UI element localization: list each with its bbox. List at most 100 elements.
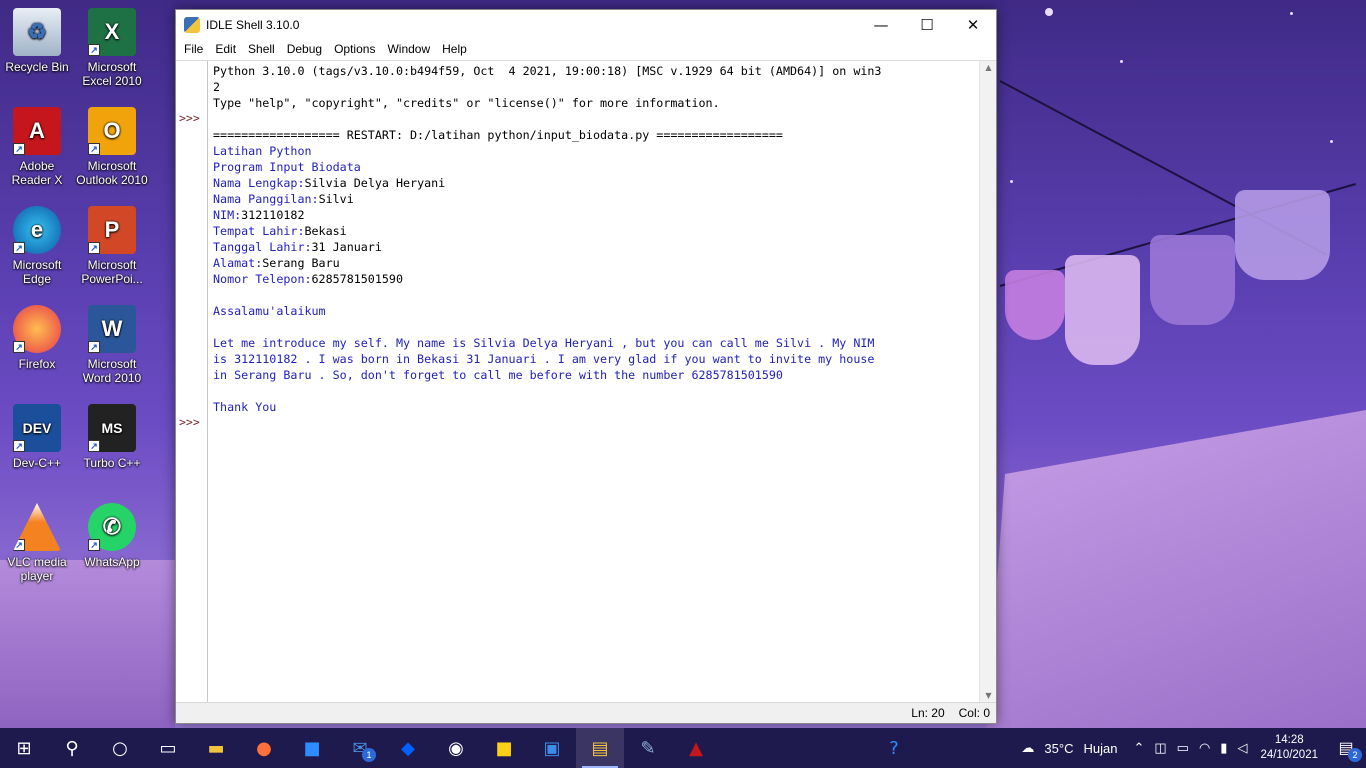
desktop-icon-turbo-cpp[interactable]: MS ↗ Turbo C++	[76, 404, 148, 470]
wallpaper-balcony	[0, 560, 175, 730]
shell-line: Type "help", "copyright", "credits" or "…	[213, 96, 720, 110]
notification-button[interactable]: ▤ 2	[1326, 728, 1366, 768]
firefox-icon: ↗	[13, 305, 61, 353]
column-indicator: Col: 0	[958, 706, 990, 720]
maximize-button[interactable]: ☐	[904, 10, 950, 39]
input-value: Bekasi	[304, 224, 347, 238]
desktop-icon-label: Adobe Reader X	[11, 159, 63, 187]
input-value: 312110182	[241, 208, 305, 222]
display-icon[interactable]: ▭	[1172, 740, 1194, 756]
shell-line: Program Input Biodata	[213, 160, 361, 174]
clock[interactable]: 14:28 24/10/2021	[1252, 733, 1326, 763]
shortcut-arrow-icon: ↗	[88, 143, 100, 155]
taskbar-task-view-button[interactable]: ▭	[144, 728, 192, 768]
desktop-icon-devcpp[interactable]: DEV ↗ Dev-C++	[1, 404, 73, 470]
volume-icon[interactable]: ◁	[1232, 740, 1252, 756]
taskbar-python-idle-button[interactable]: ▤	[576, 728, 624, 768]
battery-icon[interactable]: ▮	[1215, 740, 1232, 756]
desktop-icon-edge[interactable]: e ↗ Microsoft Edge	[1, 206, 73, 286]
shell-line: Latihan Python	[213, 144, 312, 158]
vertical-scrollbar[interactable]: ▲ ▼	[979, 61, 996, 703]
taskbar-dropbox-button[interactable]: ◆	[384, 728, 432, 768]
word-icon: W ↗	[88, 305, 136, 353]
github-icon: ◉	[448, 737, 464, 759]
desktop-icon-excel[interactable]: X ↗ Microsoft Excel 2010	[76, 8, 148, 88]
shortcut-arrow-icon: ↗	[13, 242, 25, 254]
menu-options[interactable]: Options	[328, 42, 381, 56]
taskbar-mail-button[interactable]: ✉ 1	[336, 728, 384, 768]
minimize-button[interactable]: —	[858, 10, 904, 39]
shortcut-arrow-icon: ↗	[88, 242, 100, 254]
taskbar-paint-button[interactable]: ✎	[624, 728, 672, 768]
menu-edit[interactable]: Edit	[209, 42, 242, 56]
taskbar-file-explorer-button[interactable]: ▬	[192, 728, 240, 768]
firefox-icon: ●	[256, 737, 272, 759]
taskbar-sticky-notes-button[interactable]: ■	[480, 728, 528, 768]
adobe-reader-icon: A ↗	[13, 107, 61, 155]
weather-icon[interactable]: ☁	[1016, 740, 1039, 756]
taskbar-windows-start-button[interactable]: ⊞	[0, 728, 48, 768]
wallpaper-roof	[986, 410, 1366, 730]
desktop-icon-label: Microsoft Outlook 2010	[76, 159, 148, 187]
taskbar-help-button[interactable]: ?	[870, 728, 918, 768]
notification-count: 2	[1348, 748, 1362, 762]
python-idle-icon: ▤	[591, 737, 609, 759]
taskbar-cortana-button[interactable]: ○	[96, 728, 144, 768]
taskbar-zoom-button[interactable]: ■	[288, 728, 336, 768]
chevron-up-icon[interactable]: ⌃	[1128, 740, 1149, 756]
wallpaper-clothes	[1150, 235, 1235, 325]
menu-window[interactable]: Window	[381, 42, 436, 56]
shell-line: NIM:312110182	[213, 207, 979, 223]
status-bar: Ln: 20 Col: 0	[176, 702, 996, 723]
menu-debug[interactable]: Debug	[281, 42, 328, 56]
scroll-up-icon[interactable]: ▲	[980, 61, 997, 75]
idle-shell-window: IDLE Shell 3.10.0 — ☐ ✕ File Edit Shell Deb…	[175, 9, 997, 724]
wifi-icon[interactable]: ◠	[1194, 740, 1215, 756]
shell-line: Assalamu'alaikum	[213, 304, 326, 318]
zoom-icon: ■	[303, 737, 321, 759]
desktop-icon-recycle-bin[interactable]: ♻ Recycle Bin	[1, 8, 73, 74]
shell-line: Alamat:Serang Baru	[213, 255, 979, 271]
scroll-down-icon[interactable]: ▼	[980, 689, 997, 703]
menu-help[interactable]: Help	[436, 42, 473, 56]
desktop-icon-adobe-reader[interactable]: A ↗ Adobe Reader X	[1, 107, 73, 187]
menu-shell[interactable]: Shell	[242, 42, 281, 56]
input-prompt: Tanggal Lahir:	[213, 240, 312, 254]
taskbar-adobe-reader-button[interactable]: ▲	[672, 728, 720, 768]
wallpaper-star	[1290, 12, 1293, 15]
shortcut-arrow-icon: ↗	[88, 440, 100, 452]
system-tray: ☁ 35°C Hujan ⌃ ◫ ▭ ◠ ▮ ◁ 14:28 24/10/202…	[1016, 728, 1366, 768]
input-prompt: Nama Panggilan:	[213, 192, 319, 206]
shell-line: Thank You	[213, 400, 277, 414]
recycle-bin-icon: ♻	[13, 8, 61, 56]
desktop-icon-whatsapp[interactable]: ✆ ↗ WhatsApp	[76, 503, 148, 569]
desktop-icon-outlook[interactable]: O ↗ Microsoft Outlook 2010	[76, 107, 148, 187]
title-bar[interactable]: IDLE Shell 3.10.0 — ☐ ✕	[176, 10, 996, 39]
wallpaper-star	[1045, 8, 1053, 16]
wallpaper-star	[1120, 60, 1123, 63]
taskbar-firefox-button[interactable]: ●	[240, 728, 288, 768]
desktop-icon-word[interactable]: W ↗ Microsoft Word 2010	[76, 305, 148, 385]
menu-file[interactable]: File	[178, 42, 209, 56]
desktop-icon-firefox[interactable]: ↗ Firefox	[1, 305, 73, 371]
weather-temp[interactable]: 35°C	[1039, 741, 1078, 756]
shell-line: is 312110182 . I was born in Bekasi 31 J…	[213, 352, 875, 366]
taskbar-photos-button[interactable]: ▣	[528, 728, 576, 768]
photos-icon: ▣	[543, 737, 561, 759]
mail-badge: 1	[362, 748, 376, 762]
desktop-icon-powerpoint[interactable]: P ↗ Microsoft PowerPoi...	[76, 206, 148, 286]
desktop-icon-vlc[interactable]: ↗ VLC media player	[1, 503, 73, 583]
taskbar-search-button[interactable]: ⚲	[48, 728, 96, 768]
weather-condition[interactable]: Hujan	[1078, 741, 1122, 756]
shell-output[interactable]: Python 3.10.0 (tags/v3.10.0:b494f59, Oct…	[208, 61, 979, 703]
desktop-icon-label: Recycle Bin	[5, 60, 69, 74]
shell-line: 2	[213, 80, 221, 94]
desktop-icon-label: WhatsApp	[84, 555, 140, 569]
desktop-icon-label: VLC media player	[7, 555, 67, 583]
meet-now-icon[interactable]: ◫	[1149, 740, 1171, 756]
close-button[interactable]: ✕	[950, 10, 996, 39]
cortana-icon: ○	[112, 737, 128, 759]
taskbar-github-button[interactable]: ◉	[432, 728, 480, 768]
window-title: IDLE Shell 3.10.0	[206, 17, 300, 32]
